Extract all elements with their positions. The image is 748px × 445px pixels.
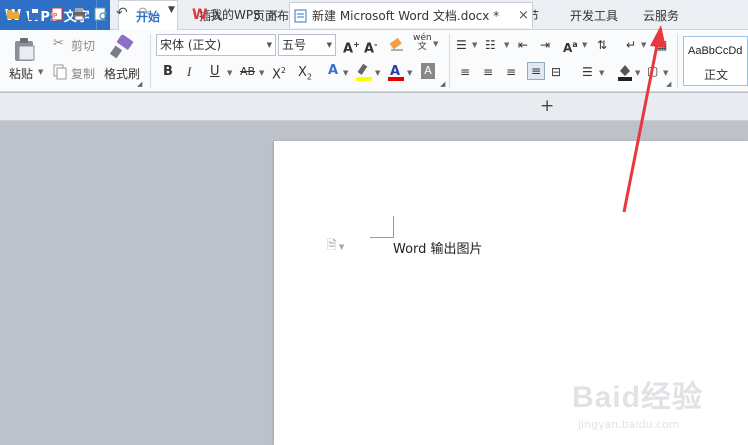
font-name-value: 宋体 (正文) — [160, 38, 222, 52]
style-name: 正文 — [704, 68, 729, 82]
paragraph-layout-icon[interactable]: 🗎 ▼ — [327, 236, 344, 257]
paragraph-group-launcher-icon[interactable]: ◢ — [666, 80, 671, 88]
close-icon[interactable]: × — [268, 2, 279, 28]
chevron-down-icon[interactable]: ▼ — [375, 69, 380, 77]
clipboard-group-launcher-icon[interactable]: ◢ — [137, 80, 142, 88]
ribbon-separator — [150, 34, 151, 88]
font-group-launcher-icon[interactable]: ◢ — [440, 80, 445, 88]
svg-text:A: A — [390, 64, 400, 79]
redo-icon[interactable]: ↷ — [138, 5, 152, 21]
chevron-down-icon[interactable]: ▼ — [599, 69, 604, 77]
align-left-icon[interactable]: ≡ — [460, 64, 470, 80]
new-tab-icon[interactable]: + — [540, 96, 554, 116]
font-size-dropdown[interactable]: 五号 ▼ — [278, 34, 336, 56]
format-painter-label[interactable]: 格式刷 — [104, 65, 140, 82]
distributed-align-icon[interactable]: ⊟ — [551, 64, 561, 80]
save-icon[interactable] — [28, 7, 42, 21]
chevron-down-icon[interactable]: ▼ — [433, 40, 438, 48]
increase-indent-icon[interactable]: ⇥ — [540, 37, 550, 53]
show-marks-icon[interactable]: ↵ — [626, 37, 636, 53]
char-shading-icon[interactable]: A — [421, 63, 435, 79]
tab-cloud-service[interactable]: 云服务 — [636, 0, 686, 30]
chevron-down-icon[interactable]: ▼ — [227, 69, 232, 77]
subscript-icon[interactable]: X2 — [298, 65, 312, 86]
chevron-down-icon: ▼ — [266, 41, 272, 49]
quick-access-bar — [0, 93, 748, 121]
undo-icon[interactable]: ↶ — [116, 5, 130, 21]
paste-icon[interactable] — [12, 35, 38, 63]
chevron-down-icon: ▼ — [326, 41, 332, 49]
watermark: Baid经验 jingyan.baidu.com — [572, 372, 742, 440]
chevron-down-icon[interactable]: ▼ — [343, 69, 348, 77]
bold-icon[interactable]: B — [163, 64, 173, 80]
doc-tab-label: 我的WPS — [210, 8, 261, 22]
ribbon-separator — [677, 34, 678, 88]
chevron-down-icon[interactable]: ▼ — [582, 41, 587, 49]
ribbon-separator — [449, 34, 450, 88]
cut-icon[interactable]: ✂ — [53, 36, 64, 52]
font-size-value: 五号 — [282, 38, 307, 52]
paste-dropdown-icon[interactable]: ▼ — [38, 68, 43, 76]
decrease-indent-icon[interactable]: ⇤ — [518, 37, 528, 53]
copy-button-label[interactable]: 复制 — [71, 65, 95, 82]
bullets-icon[interactable]: ☰ — [456, 37, 467, 53]
strikethrough-icon[interactable]: AB — [240, 64, 255, 80]
chevron-down-icon[interactable]: ▼ — [641, 41, 646, 49]
align-center-icon[interactable]: ≡ — [483, 64, 493, 80]
table-icon[interactable]: ▦ — [656, 37, 667, 53]
font-color-icon[interactable]: A — [387, 62, 405, 82]
svg-text:P: P — [53, 12, 57, 20]
clear-formatting-icon[interactable] — [389, 36, 405, 52]
cut-button-label[interactable]: 剪切 — [71, 37, 95, 54]
tab-my-wps[interactable]: W 我的WPS × — [186, 2, 286, 28]
open-folder-icon[interactable] — [6, 7, 20, 21]
print-icon[interactable] — [72, 7, 86, 21]
highlight-icon[interactable] — [355, 62, 373, 82]
page-margin-marker — [370, 216, 394, 238]
justify-icon[interactable]: ≡ — [527, 62, 545, 80]
style-preview: AaBbCcDd — [688, 45, 743, 57]
paste-button-label[interactable]: 粘贴 — [9, 65, 33, 82]
underline-icon[interactable]: U — [210, 64, 220, 80]
copy-icon[interactable] — [53, 64, 67, 80]
word-doc-icon — [294, 9, 307, 23]
grow-font-icon[interactable]: A+ — [343, 37, 360, 57]
document-body-text[interactable]: Word 输出图片 — [393, 238, 483, 257]
chevron-down-icon[interactable]: ▼ — [472, 41, 477, 49]
doc-tab-label: 新建 Microsoft Word 文档.docx * — [312, 9, 500, 23]
change-case-icon[interactable]: Aa — [563, 37, 578, 56]
chevron-down-icon[interactable]: ▼ — [663, 69, 668, 77]
chevron-down-icon[interactable]: ▼ — [635, 69, 640, 77]
watermark-url: jingyan.baidu.com — [578, 418, 680, 431]
customize-toolbar-icon[interactable]: ▼ — [168, 5, 182, 19]
print-preview-icon[interactable] — [94, 7, 108, 21]
chevron-down-icon[interactable]: ▼ — [504, 41, 509, 49]
font-name-dropdown[interactable]: 宋体 (正文) ▼ — [156, 34, 276, 56]
superscript-icon[interactable]: X2 — [272, 63, 286, 83]
format-painter-icon[interactable] — [108, 35, 136, 61]
chevron-down-icon[interactable]: ▼ — [259, 69, 264, 77]
wps-home-icon: W — [192, 7, 208, 23]
chevron-down-icon[interactable]: ▼ — [407, 69, 412, 77]
text-effect-icon[interactable]: A — [328, 63, 338, 79]
shrink-font-icon[interactable]: A- — [364, 37, 377, 57]
tab-developer[interactable]: 开发工具 — [562, 0, 626, 30]
italic-icon[interactable]: I — [187, 64, 191, 80]
style-normal-tile[interactable]: AaBbCcDd 正文 — [683, 36, 748, 86]
watermark-logo: Baid经验 — [572, 381, 704, 414]
numbering-icon[interactable]: ☷ — [485, 37, 496, 53]
tab-active-document[interactable]: 新建 Microsoft Word 文档.docx * × — [289, 2, 533, 28]
phonetic-guide-icon[interactable]: wén 文 — [413, 34, 432, 52]
align-right-icon[interactable]: ≡ — [506, 64, 516, 80]
shading-icon[interactable] — [617, 62, 633, 82]
export-pdf-icon[interactable]: P — [50, 7, 64, 21]
close-icon[interactable]: × — [518, 3, 529, 29]
line-spacing-icon[interactable]: ☰ — [582, 64, 593, 80]
borders-icon[interactable]: ▢ — [647, 63, 658, 79]
sort-icon[interactable]: ⇅ — [597, 37, 607, 53]
